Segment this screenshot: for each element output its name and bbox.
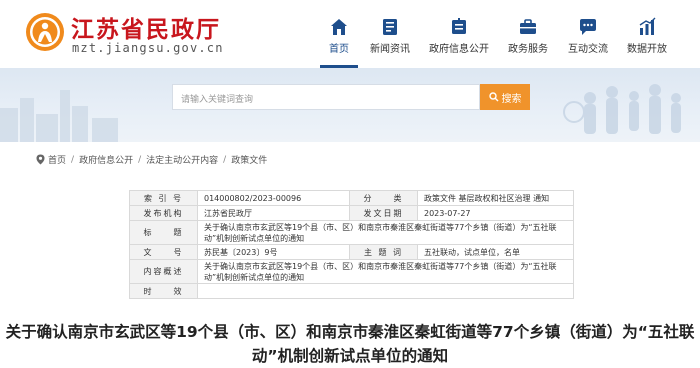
title-value: 关于确认南京市玄武区等19个县（市、区）和南京市秦淮区秦虹街道等77个乡镇（街道…: [197, 220, 574, 245]
breadcrumb-separator: /: [71, 154, 75, 165]
keywords-value: 五社联动，试点单位，名单: [417, 244, 574, 260]
chat-icon: [580, 19, 596, 35]
news-icon: [383, 19, 397, 35]
nav-item-news[interactable]: 新闻资讯: [364, 0, 416, 68]
nav-item-open-data[interactable]: 数据开放: [622, 0, 672, 68]
service-icon: [520, 19, 536, 34]
table-row: 文 号 苏民基〔2023〕9号 主 题 词 五社联动，试点单位，名单: [129, 244, 574, 260]
breadcrumb: 首页 / 政府信息公开 / 法定主动公开内容 / 政策文件: [36, 153, 267, 166]
nav-label-interaction: 互动交流: [568, 44, 608, 55]
table-row: 时 效: [129, 283, 574, 299]
doc-number-label: 文 号: [129, 244, 198, 260]
breadcrumb-policy-docs[interactable]: 政策文件: [231, 153, 267, 166]
article-title: 关于确认南京市玄武区等19个县（市、区）和南京市秦淮区秦虹街道等77个乡镇（街道…: [5, 323, 695, 365]
nav-item-service[interactable]: 政务服务: [503, 0, 553, 68]
site-header: 江苏省民政厅 mzt.jiangsu.gov.cn 首页 新闻资讯 政府信息公开: [0, 0, 700, 68]
search-button[interactable]: 搜索: [480, 84, 530, 110]
nav-label-home: 首页: [329, 44, 349, 55]
issuer-label: 发布机构: [129, 205, 198, 221]
summary-label: 内容概述: [129, 259, 198, 284]
breadcrumb-home[interactable]: 首页: [48, 153, 66, 166]
search-button-label: 搜索: [501, 93, 522, 105]
table-row: 内容概述 关于确认南京市玄武区等19个县（市、区）和南京市秦淮区秦虹街道等77个…: [129, 259, 574, 284]
summary-value: 关于确认南京市玄武区等19个县（市、区）和南京市秦淮区秦虹街道等77个乡镇（街道…: [197, 259, 574, 284]
nav-label-news: 新闻资讯: [370, 44, 410, 55]
breadcrumb-info-disclosure[interactable]: 政府信息公开: [79, 153, 133, 166]
site-name[interactable]: 江苏省民政厅: [71, 10, 221, 44]
title-label: 标 题: [129, 220, 198, 245]
date-value: 2023-07-27: [417, 205, 574, 221]
location-pin-icon: [36, 154, 45, 165]
breadcrumb-separator: /: [138, 154, 142, 165]
table-row: 索 引 号 014000802/2023-00096 分 类 政策文件 基层政权…: [129, 190, 574, 206]
breadcrumb-statutory-content[interactable]: 法定主动公开内容: [146, 153, 218, 166]
info-disclosure-icon: [452, 18, 466, 34]
category-value: 政策文件 基层政权和社区治理 通知: [417, 190, 574, 206]
home-icon: [331, 19, 347, 35]
breadcrumb-separator: /: [223, 154, 227, 165]
index-label: 索 引 号: [129, 190, 198, 206]
table-row: 标 题 关于确认南京市玄武区等19个县（市、区）和南京市秦淮区秦虹街道等77个乡…: [129, 220, 574, 245]
search-input[interactable]: 请输入关键词查询: [172, 84, 480, 110]
chart-icon: [639, 17, 656, 35]
nav-item-info-disclosure[interactable]: 政府信息公开: [424, 0, 494, 68]
document-metadata-table: 索 引 号 014000802/2023-00096 分 类 政策文件 基层政权…: [129, 190, 574, 299]
date-label: 发文日期: [349, 205, 418, 221]
nav-label-info-disclosure: 政府信息公开: [429, 44, 489, 55]
keywords-label: 主 题 词: [349, 244, 418, 260]
nav-item-interaction[interactable]: 互动交流: [563, 0, 613, 68]
validity-label: 时 效: [129, 283, 198, 299]
site-url: mzt.jiangsu.gov.cn: [72, 41, 224, 55]
index-value: 014000802/2023-00096: [197, 190, 350, 206]
validity-value: [197, 283, 574, 299]
category-label: 分 类: [349, 190, 418, 206]
nav-label-open-data: 数据开放: [627, 44, 667, 55]
nav-item-home[interactable]: 首页: [314, 0, 364, 68]
nav-label-service: 政务服务: [508, 44, 548, 55]
ministry-logo-icon[interactable]: [25, 12, 65, 52]
issuer-value: 江苏省民政厅: [197, 205, 350, 221]
search-icon: [488, 92, 498, 102]
doc-number-value: 苏民基〔2023〕9号: [197, 244, 350, 260]
table-row: 发布机构 江苏省民政厅 发文日期 2023-07-27: [129, 205, 574, 221]
